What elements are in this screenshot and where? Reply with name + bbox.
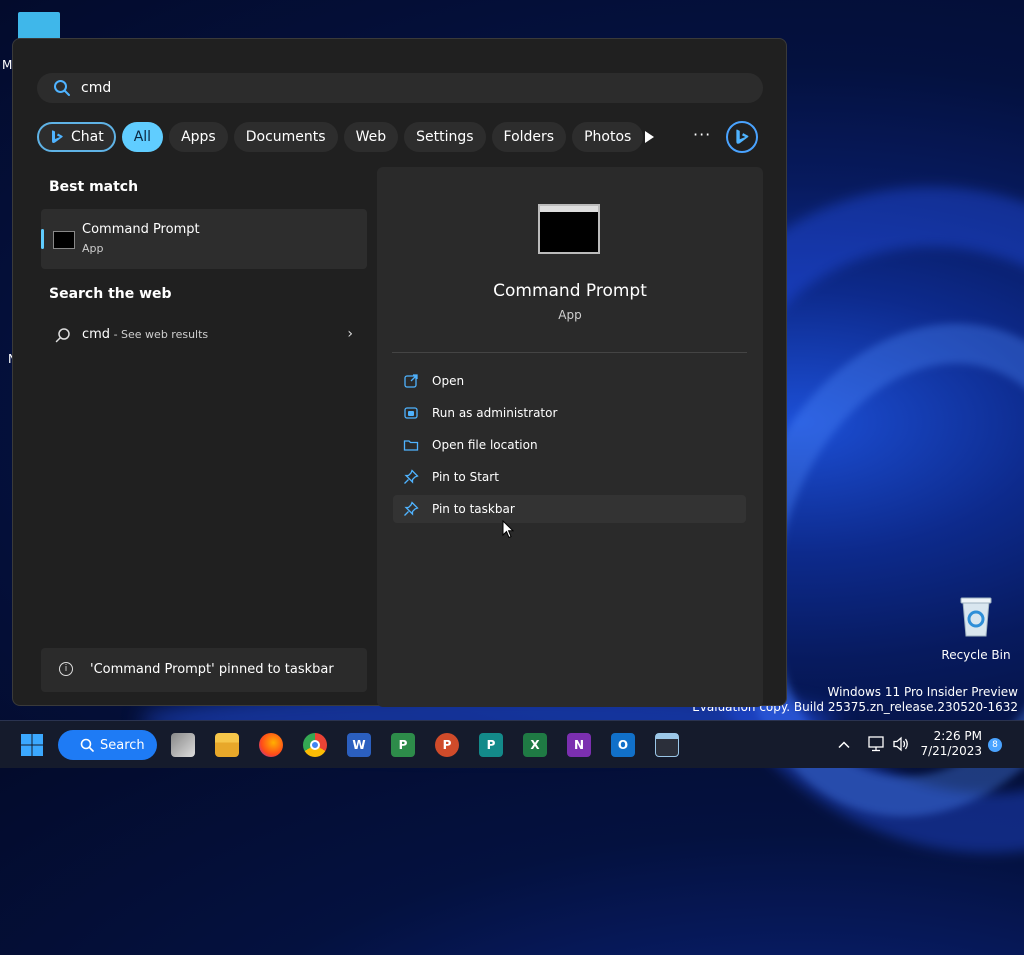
bing-chat-icon (52, 130, 63, 143)
project-icon[interactable]: P (391, 733, 415, 757)
file-explorer-icon[interactable] (215, 733, 239, 757)
filter-chat-label: Chat (71, 129, 104, 145)
action-pin-to-taskbar[interactable]: Pin to taskbar (393, 495, 746, 523)
search-icon (54, 80, 70, 96)
best-match-item[interactable]: Command Prompt App (41, 209, 367, 269)
action-pin-to-taskbar-label: Pin to taskbar (432, 502, 515, 516)
firefox-icon[interactable] (259, 733, 283, 757)
detail-app-type: App (558, 308, 582, 322)
detail-pane: Command Prompt App Open Run as administr… (377, 167, 763, 707)
best-match-title: Command Prompt (82, 222, 200, 237)
action-pin-to-start[interactable]: Pin to Start (393, 463, 746, 491)
web-search-icon (55, 328, 70, 343)
filter-web[interactable]: Web (343, 122, 399, 152)
filter-all[interactable]: All (121, 122, 164, 152)
desktop-icon-label-fragment: M (2, 58, 13, 72)
clock-date: 7/21/2023 (920, 744, 982, 758)
pin-icon (404, 469, 419, 484)
filter-chat[interactable]: Chat (37, 122, 116, 152)
filter-apps[interactable]: Apps (169, 122, 228, 152)
command-prompt-large-icon (538, 204, 600, 254)
best-match-heading: Best match (49, 179, 139, 195)
action-open-file-location-label: Open file location (432, 438, 538, 452)
chevron-right-icon: › (347, 326, 353, 342)
start-button-windows-icon[interactable] (20, 733, 44, 757)
recycle-bin-icon (959, 596, 993, 638)
taskbar-search-button[interactable]: Search (58, 730, 157, 760)
notification-badge[interactable]: 8 (988, 738, 1002, 752)
task-view-icon[interactable] (171, 733, 195, 757)
web-search-suffix: - See web results (110, 328, 209, 341)
outlook-icon[interactable]: O (611, 733, 635, 757)
action-open-label: Open (432, 374, 465, 388)
search-box[interactable] (37, 73, 763, 103)
detail-app-name: Command Prompt (493, 281, 647, 301)
pin-icon (404, 501, 419, 516)
filter-folders[interactable]: Folders (491, 122, 567, 152)
search-panel: Chat All Apps Documents Web Settings Fol… (12, 38, 787, 707)
bing-icon (736, 129, 749, 144)
bing-button[interactable] (726, 121, 758, 153)
pinned-notification-text: 'Command Prompt' pinned to taskbar (90, 662, 334, 677)
taskbar: Search W P P P X N O 2:26 PM 7/21/2023 8 (0, 720, 1024, 768)
filter-settings[interactable]: Settings (404, 122, 486, 152)
onenote-icon[interactable]: N (567, 733, 591, 757)
filter-photos[interactable]: Photos (572, 122, 644, 152)
action-pin-to-start-label: Pin to Start (432, 470, 499, 484)
command-prompt-taskbar-icon[interactable] (655, 733, 679, 757)
recycle-bin[interactable]: Recycle Bin (940, 596, 1012, 663)
detail-divider (392, 352, 747, 353)
search-input[interactable] (79, 79, 683, 97)
selection-indicator (41, 229, 44, 249)
pinned-notification: i 'Command Prompt' pinned to taskbar (41, 648, 367, 692)
volume-icon[interactable] (892, 736, 910, 752)
powerpoint-icon[interactable]: P (435, 733, 459, 757)
filter-bar: Chat All Apps Documents Web Settings Fol… (37, 121, 644, 153)
web-search-text: cmd - See web results (82, 327, 208, 342)
command-prompt-icon (53, 231, 75, 249)
mouse-cursor-icon (502, 520, 514, 539)
search-web-heading: Search the web (49, 286, 172, 302)
web-search-item[interactable]: cmd - See web results › (41, 317, 367, 353)
chrome-icon[interactable] (303, 733, 327, 757)
publisher-icon[interactable]: P (479, 733, 503, 757)
clock-time: 2:26 PM (933, 729, 982, 743)
network-icon[interactable] (867, 736, 885, 752)
shield-window-icon (404, 407, 418, 419)
play-icon[interactable] (641, 129, 657, 145)
action-open[interactable]: Open (393, 367, 746, 395)
best-match-subtitle: App (82, 242, 104, 255)
folder-icon (403, 440, 419, 451)
word-icon[interactable]: W (347, 733, 371, 757)
excel-icon[interactable]: X (523, 733, 547, 757)
filter-documents[interactable]: Documents (233, 122, 338, 152)
chevron-up-icon[interactable] (837, 738, 851, 752)
taskbar-search-label: Search (100, 737, 145, 753)
recycle-bin-label: Recycle Bin (941, 648, 1011, 662)
web-search-query: cmd (82, 327, 111, 342)
action-run-as-admin[interactable]: Run as administrator (393, 399, 746, 427)
open-icon (404, 374, 418, 388)
search-icon (80, 738, 94, 752)
action-open-file-location[interactable]: Open file location (393, 431, 746, 459)
info-icon: i (59, 662, 73, 676)
more-options-button[interactable]: ··· (693, 125, 711, 144)
action-run-as-admin-label: Run as administrator (432, 406, 558, 420)
clock[interactable]: 2:26 PM 7/21/2023 (918, 729, 982, 759)
